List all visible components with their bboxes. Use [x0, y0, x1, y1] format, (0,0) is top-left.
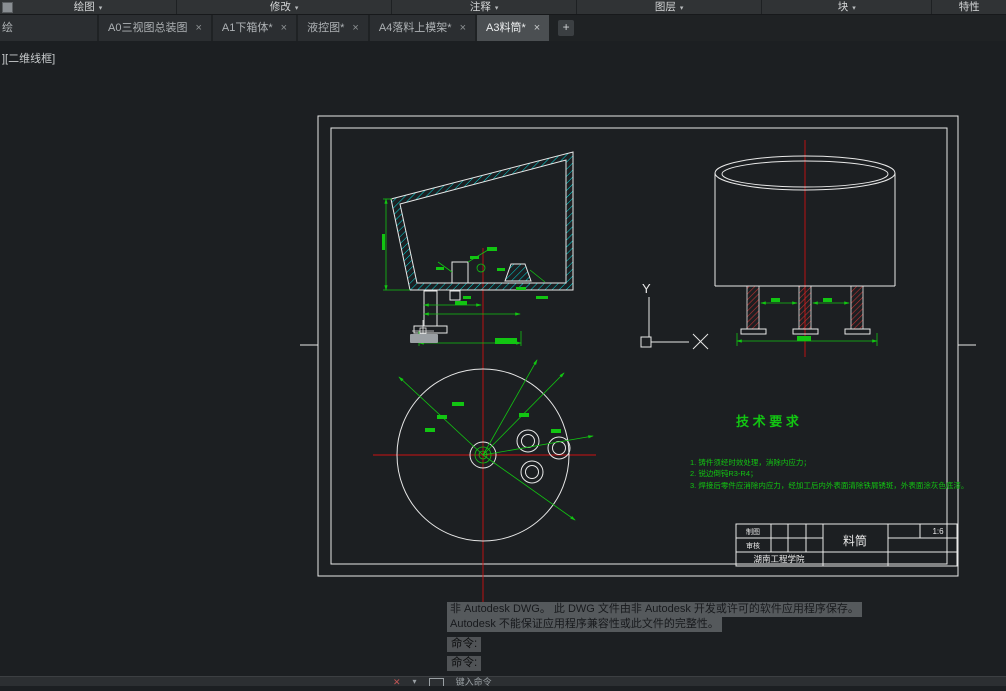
- file-tab[interactable]: A1下箱体* ×: [212, 15, 297, 41]
- close-icon[interactable]: ✕: [393, 677, 401, 686]
- chevron-down-icon: ▾: [852, 5, 856, 12]
- ribbon-panel-modify[interactable]: 修改 ▾: [177, 0, 393, 14]
- close-icon[interactable]: ×: [460, 15, 466, 41]
- chevron-down-icon: ▾: [98, 5, 103, 12]
- ribbon-panel-label: 注释: [469, 1, 491, 13]
- ribbon-panel-label: 修改: [269, 1, 291, 13]
- command-prompt-history: 命令:: [447, 637, 482, 652]
- app-icon[interactable]: [2, 2, 13, 13]
- titleblock-organization: 湖南工程学院: [753, 554, 805, 564]
- ucs-y-label: Y: [642, 281, 651, 296]
- cursor-tooltip: [410, 334, 438, 343]
- command-prompt-history: 命令:: [447, 656, 482, 671]
- tech-requirement-line: 1. 铸件须经时效处理，消除内应力；: [690, 457, 811, 467]
- ribbon-panel-block[interactable]: 块 ▾: [762, 0, 933, 14]
- ribbon-panel-properties[interactable]: 特性: [932, 0, 1006, 14]
- ribbon-panel-layers[interactable]: 图层 ▾: [577, 0, 763, 14]
- chevron-down-icon: ▾: [294, 5, 299, 12]
- center-lines: [373, 140, 806, 606]
- ribbon-panel-label: 绘图: [73, 1, 95, 13]
- chevron-down-icon: ▾: [494, 5, 499, 12]
- file-tab-active[interactable]: A3料筒* ×: [477, 15, 550, 41]
- close-icon[interactable]: ×: [352, 15, 358, 41]
- file-tab-partial[interactable]: 绘: [0, 15, 97, 41]
- tech-requirements: 技 术 要 求 1. 铸件须经时效处理，消除内应力； 2. 锐边倒钝R3-R4；…: [690, 414, 968, 490]
- drawing-canvas[interactable]: Y 技 术 要 求 1. 铸件须经时效处理，消除内应力； 2. 锐边倒钝R3-R…: [0, 40, 1006, 686]
- titleblock-part-name: 料筒: [843, 533, 867, 548]
- new-tab-button[interactable]: +: [558, 20, 575, 36]
- file-tab[interactable]: 液控图* ×: [298, 15, 368, 41]
- ucs-icon: Y: [640, 281, 709, 350]
- titleblock-checker-label: 审核: [746, 541, 760, 550]
- dwg-warning-line1: 非 Autodesk DWG。 此 DWG 文件由非 Autodesk 开发或许…: [447, 602, 862, 617]
- bottom-circular-view: [396, 359, 594, 542]
- tech-requirement-line: 3. 焊接后零件应消除内应力，经加工后内外表面清除铁屑锈斑，外表面涂灰色底漆。: [690, 480, 968, 490]
- ribbon-panel-label: 图层: [654, 1, 676, 13]
- file-tab-label: A3料筒*: [486, 22, 526, 34]
- ucs-x-marker-icon: [692, 333, 709, 350]
- chevron-down-icon: ▾: [679, 5, 684, 12]
- close-icon[interactable]: ×: [281, 15, 287, 41]
- ribbon-bar: 绘图 ▾ 修改 ▾ 注释 ▾ 图层 ▾ 块 ▾ 特性: [0, 0, 1006, 15]
- keyboard-icon: [428, 678, 444, 686]
- titleblock-scale: 1:6: [932, 527, 944, 536]
- file-tab-label: A0三视图总装图: [108, 22, 188, 34]
- close-icon[interactable]: ×: [195, 15, 201, 41]
- drawing-frame: [300, 115, 976, 577]
- tech-requirements-title: 技 术 要 求: [736, 414, 800, 429]
- file-tab-bar: 绘 A0三视图总装图 × A1下箱体* × 液控图* × A4落料上模架* × …: [0, 15, 1006, 41]
- ribbon-panel-annotate[interactable]: 注释 ▾: [392, 0, 578, 14]
- ribbon-panel-draw[interactable]: 绘图 ▾: [0, 0, 178, 14]
- ribbon-panel-label: 块: [837, 1, 849, 13]
- viewport-controls[interactable]: ][二维线框]: [2, 50, 55, 66]
- chevron-down-icon[interactable]: ▾: [413, 677, 417, 686]
- ribbon-panel-label: 特性: [958, 1, 980, 13]
- tech-requirement-line: 2. 锐边倒钝R3-R4；: [690, 468, 758, 478]
- file-tab-label: 液控图*: [307, 22, 345, 34]
- file-tab[interactable]: A0三视图总装图 ×: [99, 15, 211, 41]
- hopper-section-view: [382, 151, 574, 346]
- file-tab-label: 绘: [2, 22, 13, 34]
- command-dock-bar: ✕ ▾ 键入命令: [0, 676, 1006, 686]
- file-tab-label: A4落料上模架*: [378, 22, 452, 34]
- title-block: 制图 审核 料筒 1:6 湖南工程学院: [735, 523, 958, 567]
- file-tab-label: A1下箱体*: [221, 22, 273, 34]
- titleblock-drafter-label: 制图: [746, 527, 760, 536]
- command-input[interactable]: 键入命令: [456, 677, 492, 686]
- dwg-warning-line2: Autodesk 不能保证应用程序兼容性或此文件的完整性。: [447, 617, 722, 632]
- close-icon[interactable]: ×: [534, 15, 540, 41]
- file-tab[interactable]: A4落料上模架* ×: [369, 15, 475, 41]
